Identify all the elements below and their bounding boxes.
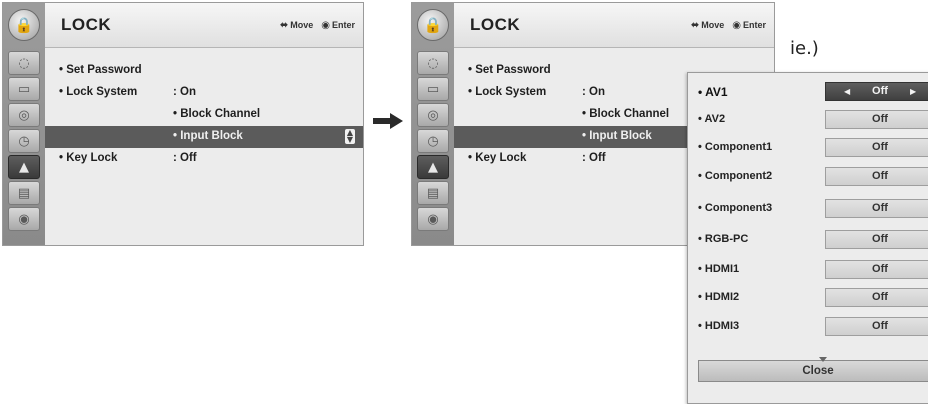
page-title: LOCK	[470, 15, 521, 34]
menu-item-label: • Set Password	[59, 64, 142, 76]
move-hint-label: Move	[701, 20, 725, 30]
page-title: LOCK	[61, 15, 112, 34]
menu-item-set-password[interactable]: • Set Password	[45, 60, 363, 82]
input-value[interactable]: Off	[825, 260, 928, 279]
move-icon: ⬌	[690, 20, 700, 31]
lock-icon[interactable]: ▲	[417, 155, 449, 179]
input-row-hdmi3[interactable]: • HDMI3 Off	[688, 316, 928, 338]
input-label: • HDMI3	[698, 320, 740, 332]
input-value[interactable]: Off	[825, 110, 928, 129]
input-label: • HDMI2	[698, 291, 740, 303]
input-row-hdmi2[interactable]: • HDMI2 Off	[688, 287, 928, 309]
enter-hint-label: Enter	[331, 20, 355, 30]
input-value-selector[interactable]: ◀ Off ▶	[825, 82, 928, 101]
input-block-popup: • AV1 ◀ Off ▶ • AV2 Off • Component1 Off…	[687, 72, 928, 404]
enter-hint-label: Enter	[742, 20, 766, 30]
sidebar: 🔒 ◌ ▭ ◎ ◷ ▲ ▤ ◉	[412, 3, 454, 245]
input-label: • AV2	[698, 113, 726, 125]
menu-item-label: • Key Lock	[59, 152, 118, 164]
input-row-rgb-pc[interactable]: • RGB-PC Off	[688, 229, 928, 251]
lock-header-icon-wrap: 🔒	[3, 3, 45, 47]
briefcase-icon[interactable]: ▤	[8, 181, 40, 205]
input-value[interactable]: Off	[825, 230, 928, 249]
nav-hint: ⬌ Move ◉ Enter	[280, 20, 355, 31]
clock-icon[interactable]: ◷	[417, 129, 449, 153]
menu-item-value: : On	[173, 86, 196, 98]
nav-hint: ⬌ Move ◉ Enter	[691, 20, 766, 31]
input-row-component3[interactable]: • Component3 Off	[688, 198, 928, 220]
chevron-down-icon	[819, 357, 827, 362]
menu-header: LOCK ⬌ Move ◉ Enter	[454, 3, 774, 48]
input-row-component2[interactable]: • Component2 Off	[688, 166, 928, 188]
input-label: • RGB-PC	[698, 233, 749, 245]
speaker-icon[interactable]: ◎	[417, 103, 449, 127]
up-down-icon: ▲ ▼	[345, 128, 355, 144]
input-value[interactable]: Off	[825, 167, 928, 186]
input-value[interactable]: Off	[825, 199, 928, 218]
menu-item-value: : Off	[582, 152, 606, 164]
menu-item-value: • Input Block	[173, 130, 243, 142]
padlock-icon: 🔒	[8, 9, 40, 41]
menu-item-label: • Set Password	[468, 64, 551, 76]
input-label: • Component1	[698, 141, 773, 153]
close-button[interactable]: Close	[698, 357, 928, 382]
input-value[interactable]: Off	[825, 138, 928, 157]
example-caption: ie.)	[790, 38, 819, 59]
lock-header-icon-wrap: 🔒	[412, 3, 454, 47]
left-arrow-icon[interactable]: ◀	[844, 83, 850, 100]
menu-item-value: • Block Channel	[173, 108, 261, 120]
globe-icon[interactable]: ◌	[417, 51, 449, 75]
move-hint-label: Move	[290, 20, 314, 30]
close-button-label: Close	[802, 365, 834, 377]
input-row-component1[interactable]: • Component1 Off	[688, 137, 928, 159]
input-label: • Component3	[698, 202, 773, 214]
right-arrow-icon[interactable]: ▶	[910, 83, 916, 100]
menu-item-value: : On	[582, 86, 605, 98]
input-label: • HDMI1	[698, 263, 740, 275]
input-row-av2[interactable]: • AV2 Off	[688, 109, 928, 131]
input-value: Off	[872, 85, 888, 97]
menu-list: • Set Password • Lock System : On • Bloc…	[45, 60, 363, 170]
input-row-av1[interactable]: • AV1 ◀ Off ▶	[688, 81, 928, 103]
menu-item-label: • Key Lock	[468, 152, 527, 164]
sidebar: 🔒 ◌ ▭ ◎ ◷ ▲ ▤ ◉	[3, 3, 45, 245]
disc-icon[interactable]: ◉	[417, 207, 449, 231]
move-icon: ⬌	[279, 20, 289, 31]
globe-icon[interactable]: ◌	[8, 51, 40, 75]
input-row-hdmi1[interactable]: • HDMI1 Off	[688, 259, 928, 281]
menu-header: LOCK ⬌ Move ◉ Enter	[45, 3, 363, 48]
menu-item-value: • Input Block	[582, 130, 652, 142]
menu-item-lock-system[interactable]: • Lock System : On	[45, 82, 363, 104]
disc-icon[interactable]: ◉	[8, 207, 40, 231]
speaker-icon[interactable]: ◎	[8, 103, 40, 127]
briefcase-icon[interactable]: ▤	[417, 181, 449, 205]
menu-item-block-channel[interactable]: • Block Channel	[45, 104, 363, 126]
padlock-icon: 🔒	[417, 9, 449, 41]
lock-menu-screen-left: 🔒 ◌ ▭ ◎ ◷ ▲ ▤ ◉ LOCK ⬌ Move ◉ Enter • Set …	[2, 2, 364, 246]
menu-item-value: • Block Channel	[582, 108, 670, 120]
lock-icon[interactable]: ▲	[8, 155, 40, 179]
input-value[interactable]: Off	[825, 288, 928, 307]
tv-icon[interactable]: ▭	[417, 77, 449, 101]
enter-icon: ◉	[732, 20, 741, 31]
menu-item-key-lock[interactable]: • Key Lock : Off	[45, 148, 363, 170]
menu-item-label: • Lock System	[59, 86, 138, 98]
menu-item-label: • Lock System	[468, 86, 547, 98]
input-label: • AV1	[698, 85, 728, 99]
menu-item-input-block[interactable]: • Input Block ▲ ▼	[45, 126, 363, 148]
right-arrow-icon	[373, 113, 403, 129]
clock-icon[interactable]: ◷	[8, 129, 40, 153]
enter-icon: ◉	[321, 20, 330, 31]
input-label: • Component2	[698, 170, 773, 182]
input-value[interactable]: Off	[825, 317, 928, 336]
menu-item-value: : Off	[173, 152, 197, 164]
tv-icon[interactable]: ▭	[8, 77, 40, 101]
